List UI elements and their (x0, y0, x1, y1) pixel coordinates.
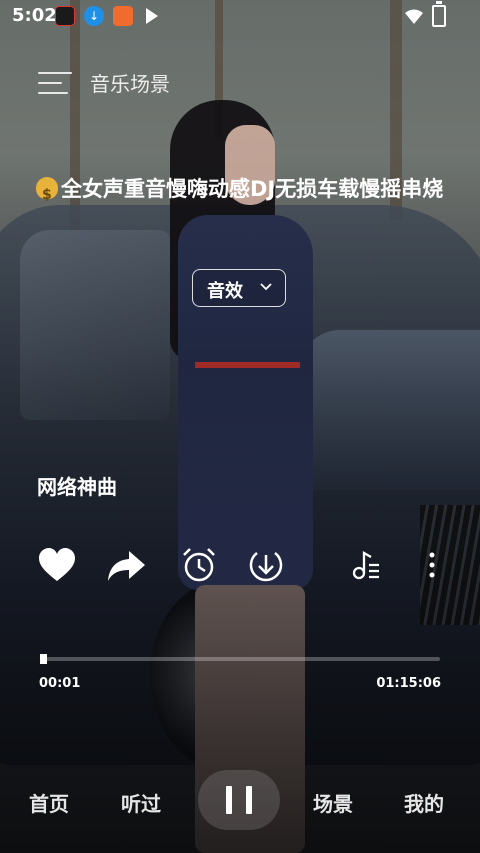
nav-history[interactable]: 听过 (121, 788, 161, 817)
page-title: 音乐场景 (90, 72, 170, 96)
current-time: 00:01 (39, 676, 81, 691)
background-photo (0, 0, 480, 853)
wifi-icon (405, 9, 423, 24)
bottom-nav: 首页 听过 场景 我的 (0, 770, 480, 832)
menu-icon[interactable] (38, 72, 72, 96)
nav-scene[interactable]: 场景 (313, 788, 353, 817)
pause-icon (226, 786, 232, 814)
download-icon[interactable] (245, 545, 287, 587)
battery-icon (432, 1, 446, 27)
pause-icon (246, 786, 252, 814)
song-title-text: 全女声重音慢嗨动感DJ无损车载慢摇串烧 (61, 177, 444, 201)
sound-effect-button[interactable]: 音效 (192, 269, 286, 307)
nav-mine[interactable]: 我的 (404, 788, 444, 817)
nav-home[interactable]: 首页 (29, 788, 69, 817)
alarm-clock-icon[interactable] (178, 545, 220, 587)
total-time: 01:15:06 (376, 676, 441, 691)
song-title: 全女声重音慢嗨动感DJ无损车载慢摇串烧 (36, 173, 446, 212)
artist-name: 网络神曲 (37, 475, 117, 499)
play-store-icon (146, 8, 158, 24)
more-icon[interactable] (411, 545, 453, 587)
app-notification-icon (113, 6, 133, 26)
progress-thumb[interactable] (40, 654, 47, 664)
app-notification-icon (55, 6, 75, 26)
download-notification-icon: ↓ (84, 6, 104, 26)
progress-bar[interactable] (40, 654, 440, 664)
sound-effect-label: 音效 (207, 281, 243, 302)
chevron-down-icon (260, 283, 272, 291)
playlist-icon[interactable] (345, 545, 387, 587)
money-bag-icon (36, 177, 58, 212)
status-time: 5:02 (12, 5, 57, 26)
heart-icon[interactable] (36, 545, 78, 587)
top-bar: 音乐场景 (0, 60, 480, 104)
action-row (0, 545, 480, 587)
pause-button[interactable] (198, 770, 280, 830)
share-icon[interactable] (105, 545, 147, 587)
status-bar: 5:02 ↓ (0, 0, 480, 32)
